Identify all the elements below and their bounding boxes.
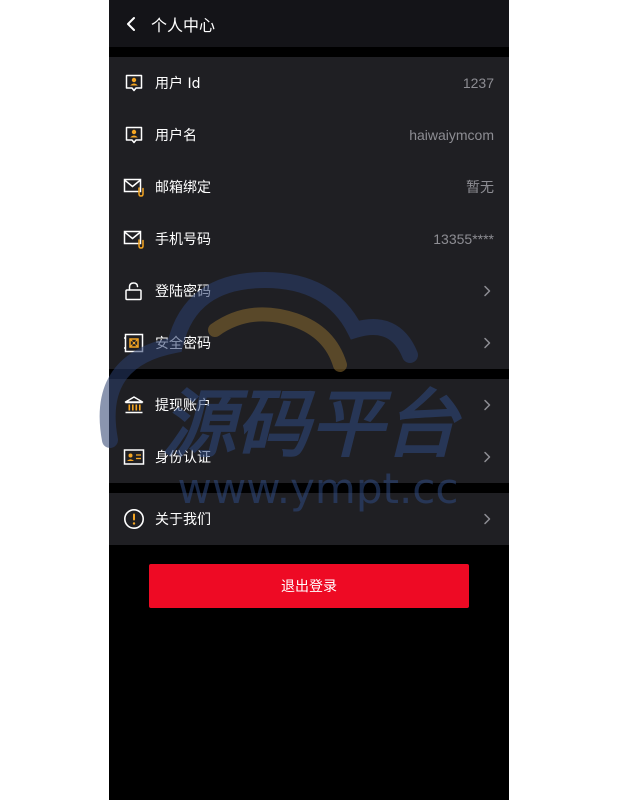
unlock-icon xyxy=(123,280,145,302)
about-group: 关于我们 xyxy=(109,493,509,545)
bank-icon xyxy=(123,394,145,416)
account-info-group: 用户 Id 1237 用户名 haiwaiymcom 邮箱绑定 暂无 手机号码 … xyxy=(109,57,509,369)
chevron-right-icon xyxy=(482,284,492,298)
row-value: 暂无 xyxy=(466,179,494,195)
row-identity-verification[interactable]: 身份认证 xyxy=(109,431,509,483)
mail-icon xyxy=(123,176,145,198)
chevron-right-icon xyxy=(482,512,492,526)
phone-screen: 个人中心 用户 Id 1237 用户名 haiwaiymcom 邮箱绑定 暂无 … xyxy=(109,0,509,800)
row-label: 用户名 xyxy=(155,128,197,144)
row-label: 登陆密码 xyxy=(155,284,211,300)
back-button[interactable] xyxy=(111,0,151,47)
chevron-right-icon xyxy=(482,336,492,350)
row-value: 1237 xyxy=(462,75,494,91)
chevron-right-icon xyxy=(482,398,492,412)
row-label: 身份认证 xyxy=(155,450,211,466)
chevron-right-icon xyxy=(482,450,492,464)
chevron-left-icon xyxy=(127,16,135,31)
row-label: 关于我们 xyxy=(155,512,211,528)
user-icon xyxy=(123,124,145,146)
row-value: haiwaiymcom xyxy=(409,127,494,143)
user-id-icon xyxy=(123,72,145,94)
logout-area: 退出登录 xyxy=(149,564,469,608)
info-icon xyxy=(123,508,145,530)
page-title: 个人中心 xyxy=(151,15,216,35)
row-label: 安全密码 xyxy=(155,336,211,352)
safe-icon xyxy=(123,332,145,354)
row-security-password[interactable]: 安全密码 xyxy=(109,317,509,369)
row-about-us[interactable]: 关于我们 xyxy=(109,493,509,545)
row-label: 手机号码 xyxy=(155,232,211,248)
finance-group: 提现账户 身份认证 xyxy=(109,379,509,483)
row-value: 13355**** xyxy=(433,231,494,247)
row-user-id[interactable]: 用户 Id 1237 xyxy=(109,57,509,109)
row-label: 邮箱绑定 xyxy=(155,180,211,196)
row-phone-number[interactable]: 手机号码 13355**** xyxy=(109,213,509,265)
row-withdraw-account[interactable]: 提现账户 xyxy=(109,379,509,431)
row-login-password[interactable]: 登陆密码 xyxy=(109,265,509,317)
logout-button[interactable]: 退出登录 xyxy=(149,564,469,608)
row-email-binding[interactable]: 邮箱绑定 暂无 xyxy=(109,161,509,213)
phone-mail-icon xyxy=(123,228,145,250)
row-username[interactable]: 用户名 haiwaiymcom xyxy=(109,109,509,161)
top-navbar: 个人中心 xyxy=(109,0,509,47)
id-card-icon xyxy=(123,446,145,468)
row-label: 提现账户 xyxy=(155,398,211,414)
row-label: 用户 Id xyxy=(155,76,201,92)
